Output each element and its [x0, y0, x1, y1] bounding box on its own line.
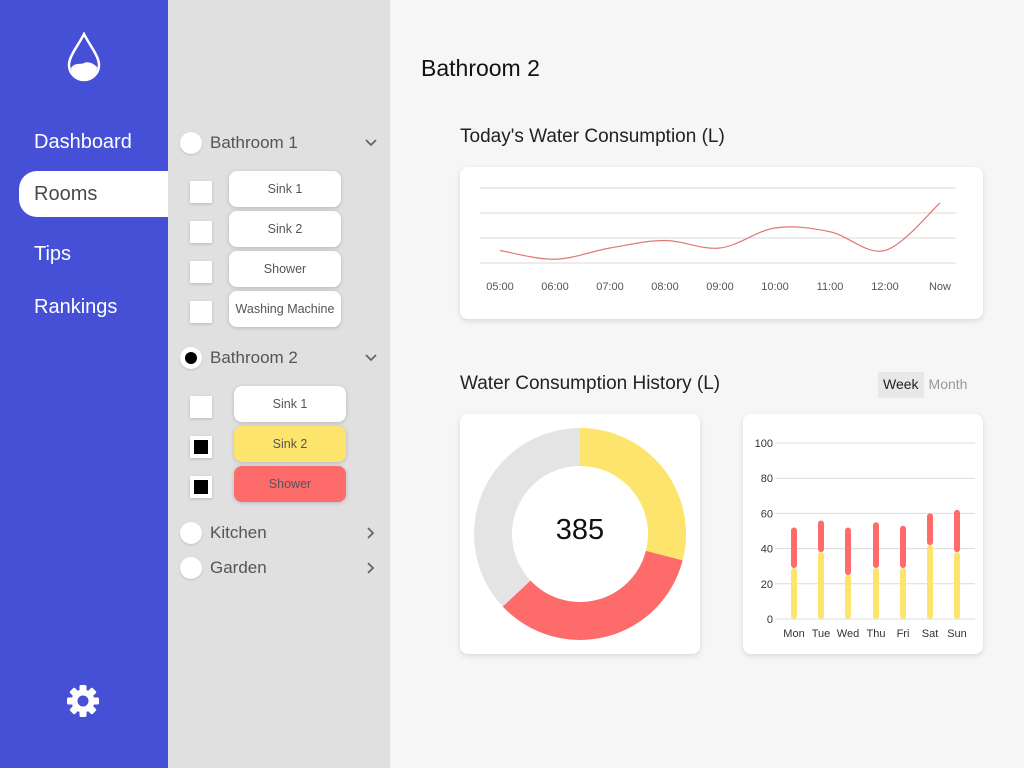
nav-label: Rooms: [34, 182, 98, 205]
x-tick-label: 11:00: [817, 281, 844, 293]
bar-segment: [791, 567, 797, 619]
x-tick-label: Now: [929, 281, 951, 293]
x-tick-label: Tue: [812, 628, 831, 640]
bar-segment: [873, 522, 879, 568]
nav-tips[interactable]: Tips: [19, 231, 168, 277]
bar-segment: [900, 567, 906, 619]
x-tick-label: 05:00: [486, 281, 514, 293]
y-tick-label: 0: [767, 614, 773, 626]
main-nav: Dashboard Rooms Tips Rankings: [0, 0, 168, 768]
chevron-down-icon[interactable]: [364, 136, 378, 150]
room-bathroom-1[interactable]: Bathroom 1: [168, 128, 390, 158]
water-drop-logo-icon: [67, 32, 101, 82]
room-radio[interactable]: [180, 132, 202, 154]
donut-total-value: 385: [555, 514, 605, 546]
nav-rooms[interactable]: Rooms: [19, 171, 168, 217]
bar-segment: [954, 509, 960, 553]
x-tick-label: 07:00: [596, 281, 624, 293]
y-tick-label: 80: [761, 473, 773, 485]
consumption-line: [499, 202, 941, 260]
room-garden[interactable]: Garden: [168, 553, 390, 583]
nav-label: Tips: [34, 242, 72, 265]
device-checkbox[interactable]: [190, 221, 212, 243]
x-tick-label: 06:00: [541, 281, 569, 293]
device-shower[interactable]: Shower: [229, 251, 341, 287]
period-toggle: Week Month: [878, 372, 972, 398]
room-radio[interactable]: [180, 522, 202, 544]
room-radio-selected[interactable]: [180, 347, 202, 369]
bar-segment: [845, 575, 851, 619]
page-title: Bathroom 2: [421, 55, 540, 81]
x-tick-label: 12:00: [871, 281, 899, 293]
x-tick-label: Sat: [922, 628, 939, 640]
room-label: Bathroom 1: [210, 133, 298, 152]
donut-slice: [502, 550, 683, 640]
device-sink-2[interactable]: Sink 2: [229, 211, 341, 247]
chevron-right-icon[interactable]: [364, 561, 378, 575]
device-shower[interactable]: Shower: [234, 466, 346, 502]
device-checkbox[interactable]: [190, 396, 212, 418]
today-chart-title: Today's Water Consumption (L): [460, 126, 725, 147]
rooms-panel: Bathroom 1 Sink 1 Sink 2 Shower Washing …: [168, 0, 390, 768]
today-line-chart: 05:00 06:00 07:00 08:00 09:00 10:00 11:00 12:00…: [480, 187, 956, 293]
room-bathroom-2[interactable]: Bathroom 2: [168, 343, 390, 373]
y-tick-label: 40: [761, 544, 773, 556]
room-kitchen[interactable]: Kitchen: [168, 518, 390, 548]
device-sink-2[interactable]: Sink 2: [234, 426, 346, 462]
device-sink-1[interactable]: Sink 1: [229, 171, 341, 207]
x-tick-label: Sun: [947, 628, 967, 640]
x-tick-label: Mon: [783, 628, 804, 640]
y-tick-label: 60: [761, 508, 773, 520]
device-checkbox-checked[interactable]: [190, 436, 212, 458]
room-label: Kitchen: [210, 523, 267, 542]
nav-label: Dashboard: [34, 130, 132, 153]
bar-segment: [954, 552, 960, 619]
x-tick-label: Wed: [837, 628, 859, 640]
device-washing-machine[interactable]: Washing Machine: [229, 291, 341, 327]
month-toggle-button[interactable]: Month: [924, 372, 973, 398]
device-checkbox-checked[interactable]: [190, 476, 212, 498]
device-checkbox[interactable]: [190, 301, 212, 323]
bar-segment: [900, 525, 906, 568]
x-tick-label: 08:00: [651, 281, 679, 293]
device-sink-1[interactable]: Sink 1: [234, 386, 346, 422]
device-checkbox[interactable]: [190, 181, 212, 203]
x-tick-label: Thu: [867, 628, 886, 640]
y-tick-label: 20: [761, 579, 773, 591]
bar-segment: [818, 520, 824, 553]
bar-chart-card: 0 20 40 60 80 100 Mon Tue Wed Thu Fri Sat Sun: [743, 414, 983, 654]
x-tick-label: Fri: [897, 628, 910, 640]
week-toggle-button[interactable]: Week: [878, 372, 924, 398]
bar-segment: [927, 545, 933, 619]
bar-segment: [873, 567, 879, 619]
history-chart-title: Water Consumption History (L): [460, 373, 721, 394]
settings-gear-icon[interactable]: [66, 684, 100, 718]
y-tick-label: 100: [755, 438, 773, 450]
device-checkbox[interactable]: [190, 261, 212, 283]
room-radio[interactable]: [180, 557, 202, 579]
bar-segment: [927, 513, 933, 546]
nav-label: Rankings: [34, 295, 118, 318]
x-tick-label: 10:00: [761, 281, 789, 293]
x-tick-label: 09:00: [706, 281, 734, 293]
chevron-right-icon[interactable]: [364, 526, 378, 540]
room-label: Bathroom 2: [210, 348, 298, 367]
nav-rankings[interactable]: Rankings: [19, 284, 168, 330]
bar-segment: [845, 527, 851, 575]
bar-segment: [818, 552, 824, 619]
chevron-down-icon[interactable]: [364, 351, 378, 365]
weekly-bar-chart: 0 20 40 60 80 100 Mon Tue Wed Thu Fri Sat Sun: [755, 438, 975, 640]
today-chart-card: 05:00 06:00 07:00 08:00 09:00 10:00 11:00 12:00…: [460, 167, 983, 319]
nav-dashboard[interactable]: Dashboard: [19, 119, 168, 165]
room-label: Garden: [210, 558, 267, 577]
bar-segment: [791, 527, 797, 568]
